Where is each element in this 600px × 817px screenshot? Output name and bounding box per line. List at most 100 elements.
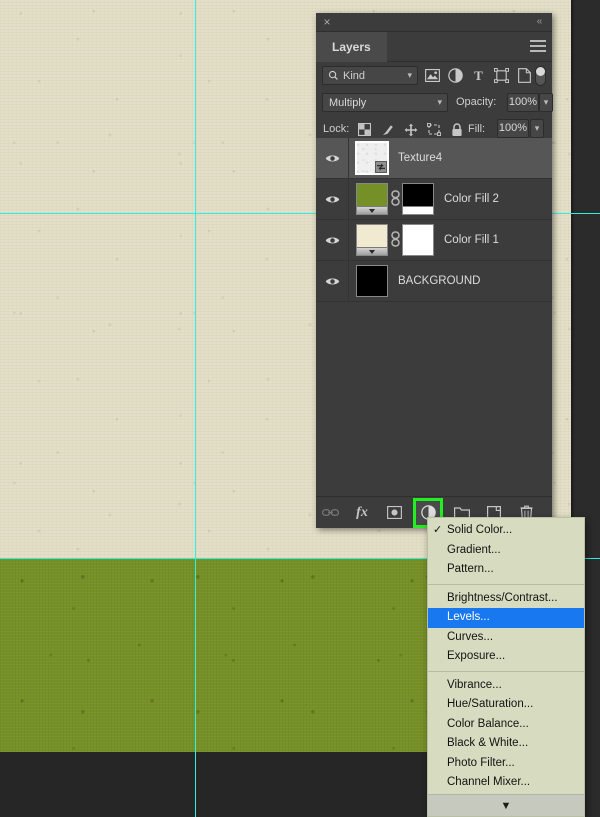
menu-item[interactable]: Exposure... xyxy=(428,647,584,667)
link-icon[interactable] xyxy=(388,230,402,250)
chevron-down-icon: ▾ xyxy=(407,70,412,80)
menu-item-label: Levels... xyxy=(447,611,490,623)
panel-topbar: × « xyxy=(316,13,552,32)
menu-item-label: Curves... xyxy=(447,630,494,643)
menu-item[interactable]: Curves... xyxy=(428,628,584,648)
blend-mode-row: Multiply ▾ Opacity: 100% ▾ xyxy=(316,90,553,117)
layer-visibility-toggle[interactable] xyxy=(316,178,349,220)
photoshop-window: × « Layers Kind ▾ T Multiply ▾ Opacity: … xyxy=(0,0,600,817)
add-layer-mask-icon[interactable] xyxy=(384,503,404,523)
layer-thumbnail[interactable] xyxy=(356,265,388,297)
menu-item-label: Pattern... xyxy=(447,563,494,575)
lock-image-icon[interactable] xyxy=(379,121,396,138)
layer-thumbnail[interactable] xyxy=(356,183,388,215)
tab-layers[interactable]: Layers xyxy=(316,32,387,62)
fill-label: Fill: xyxy=(468,123,486,135)
menu-item[interactable]: Color Balance... xyxy=(428,715,584,735)
table-row[interactable]: Texture4 xyxy=(316,137,552,179)
menu-item[interactable]: Channel Mixer... xyxy=(428,773,584,793)
menu-item-label: Channel Mixer... xyxy=(447,776,531,788)
menu-item[interactable]: Photo Filter... xyxy=(428,754,584,774)
opacity-chevron-down-icon[interactable]: ▾ xyxy=(539,93,553,112)
layer-list[interactable]: Texture4 Color Fill 2 Color Fill 1 BACKGROU… xyxy=(316,137,552,496)
menu-separator xyxy=(428,670,584,672)
panel-menu-icon[interactable] xyxy=(530,40,546,54)
blend-mode-value: Multiply xyxy=(329,96,367,109)
eye-icon xyxy=(325,237,339,243)
shape-layer-filter-icon[interactable] xyxy=(493,67,510,84)
menu-line-2 xyxy=(530,45,546,47)
layer-visibility-toggle[interactable] xyxy=(316,137,349,179)
layer-thumbnail[interactable] xyxy=(356,224,388,256)
new-adjustment-layer-menu[interactable]: ✓ Solid Color... Gradient... Pattern... Brig… xyxy=(427,517,585,817)
filter-row: Kind ▾ T xyxy=(316,62,552,90)
table-row[interactable]: BACKGROUND xyxy=(316,260,552,302)
table-row[interactable]: Color Fill 1 xyxy=(316,219,552,261)
guide-vertical[interactable] xyxy=(195,0,196,817)
eye-icon xyxy=(325,278,339,284)
menu-item-label: Photo Filter... xyxy=(447,756,515,769)
gradient-marker-icon xyxy=(369,208,375,213)
lock-artboard-icon[interactable] xyxy=(425,121,442,138)
layer-visibility-toggle[interactable] xyxy=(316,260,349,302)
chevron-down-icon: ▾ xyxy=(437,97,442,107)
type-filter-glyph: T xyxy=(474,67,483,83)
eye-icon xyxy=(325,155,339,161)
menu-item[interactable]: Hue/Saturation... xyxy=(428,695,584,715)
smart-object-badge-icon xyxy=(375,161,387,173)
menu-item[interactable]: Levels... xyxy=(428,608,584,628)
link-layers-icon[interactable] xyxy=(320,503,340,523)
menu-scroll-down-button[interactable]: ▼ xyxy=(428,794,584,816)
menu-item[interactable]: ✓ Solid Color... xyxy=(428,521,584,541)
menu-item[interactable]: Pattern... xyxy=(428,560,584,580)
menu-item[interactable]: Gradient... xyxy=(428,541,584,561)
menu-line-1 xyxy=(530,40,546,42)
menu-items-container: ✓ Solid Color... Gradient... Pattern... Brig… xyxy=(428,518,584,812)
panel-tab-row: Layers xyxy=(316,32,552,62)
smart-object-filter-icon[interactable] xyxy=(516,67,533,84)
filter-kind-select[interactable]: Kind ▾ xyxy=(322,66,418,85)
menu-item-label: Vibrance... xyxy=(447,678,502,691)
pixel-layer-filter-icon[interactable] xyxy=(424,67,441,84)
layer-visibility-toggle[interactable] xyxy=(316,219,349,261)
menu-item[interactable]: Brightness/Contrast... xyxy=(428,589,584,609)
menu-item[interactable]: Black & White... xyxy=(428,734,584,754)
menu-item[interactable]: Vibrance... xyxy=(428,676,584,696)
collapse-panel-icon[interactable]: « xyxy=(531,15,547,29)
layer-thumbnail[interactable] xyxy=(355,141,389,175)
layer-name-label: Texture4 xyxy=(398,152,443,164)
adjustment-layer-filter-icon[interactable] xyxy=(447,67,464,84)
menu-item-label: Gradient... xyxy=(447,543,501,556)
menu-separator xyxy=(428,583,584,585)
filter-enable-toggle[interactable] xyxy=(535,66,546,86)
lock-label: Lock: xyxy=(323,123,350,135)
checkmark-icon: ✓ xyxy=(433,524,443,536)
fill-input[interactable]: 100% xyxy=(497,119,529,138)
blend-mode-select[interactable]: Multiply ▾ xyxy=(322,93,448,112)
lock-transparency-icon[interactable] xyxy=(356,121,373,138)
fx-glyph: fx xyxy=(356,504,368,520)
link-icon[interactable] xyxy=(388,189,402,209)
menu-item-label: Black & White... xyxy=(447,737,529,749)
fill-chevron-down-icon[interactable]: ▾ xyxy=(530,119,544,138)
type-layer-filter-icon[interactable]: T xyxy=(470,67,487,84)
lock-position-icon[interactable] xyxy=(402,121,419,138)
layer-name-label: BACKGROUND xyxy=(398,275,481,287)
gradient-marker-icon xyxy=(369,249,375,254)
menu-item-label: Solid Color... xyxy=(447,524,513,536)
fill-layer-gradient-bar xyxy=(357,247,387,255)
toggle-knob xyxy=(536,67,545,76)
lock-all-icon[interactable] xyxy=(448,121,465,138)
eye-icon xyxy=(325,196,339,202)
opacity-label: Opacity: xyxy=(456,96,497,108)
layers-panel: × « Layers Kind ▾ T Multiply ▾ Opacity: … xyxy=(316,13,553,528)
close-icon[interactable]: × xyxy=(320,15,334,29)
layer-mask-thumbnail[interactable] xyxy=(402,224,434,256)
table-row[interactable]: Color Fill 2 xyxy=(316,178,552,220)
menu-item-label: Hue/Saturation... xyxy=(447,698,534,710)
search-icon xyxy=(328,70,338,80)
layer-style-icon[interactable]: fx xyxy=(352,503,372,523)
layer-name-label: Color Fill 1 xyxy=(444,234,499,246)
opacity-input[interactable]: 100% xyxy=(507,93,539,112)
layer-mask-thumbnail[interactable] xyxy=(402,183,434,215)
